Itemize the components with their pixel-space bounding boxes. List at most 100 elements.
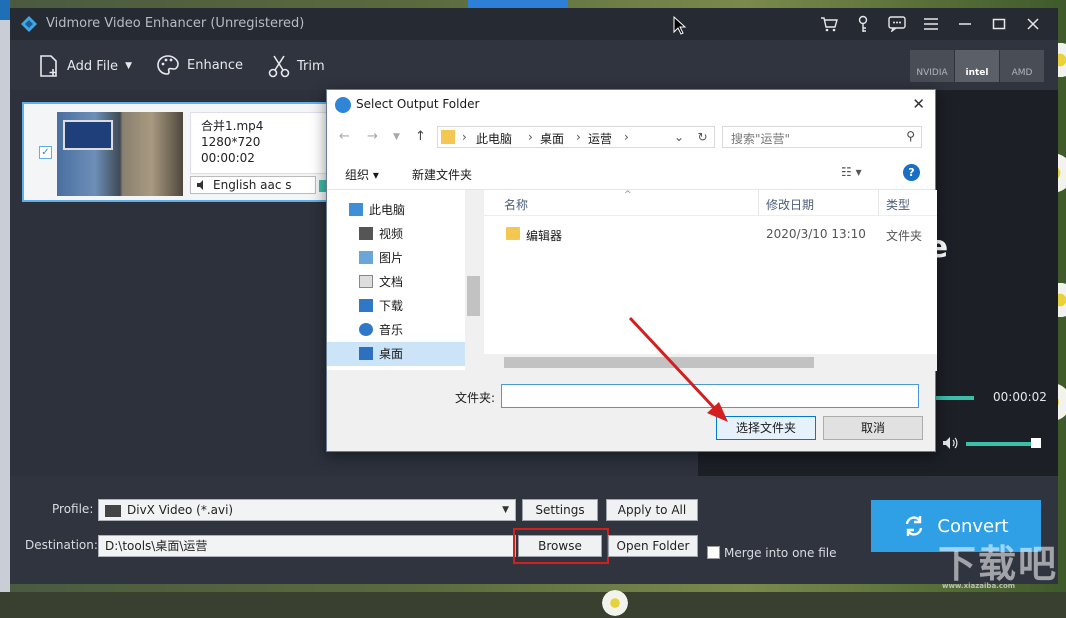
refresh-button[interactable]: ↻ xyxy=(691,126,715,148)
volume-icon[interactable] xyxy=(942,436,958,453)
menu-icon[interactable] xyxy=(916,14,946,34)
apply-to-all-button[interactable]: Apply to All xyxy=(606,499,698,521)
sort-up-icon: ^ xyxy=(624,190,632,200)
key-icon[interactable] xyxy=(848,14,878,34)
tree-item-this-pc[interactable]: 此电脑 xyxy=(349,198,405,220)
chevron-right-icon: › xyxy=(462,130,467,144)
breadcrumb-item[interactable]: 桌面 xyxy=(540,130,564,147)
tree-item-label: 此电脑 xyxy=(369,202,406,217)
tree-item-desktop[interactable]: 桌面 xyxy=(359,342,403,364)
tree-item-pictures[interactable]: 图片 xyxy=(359,246,403,268)
volume-slider[interactable] xyxy=(966,442,1036,446)
file-list-header: 名称 ^ 修改日期 类型 xyxy=(484,190,937,216)
file-duration: 00:00:02 xyxy=(201,151,255,165)
destination-label: Destination: xyxy=(25,538,98,552)
breadcrumb-item[interactable]: 此电脑 xyxy=(476,130,512,147)
new-folder-button[interactable]: 新建文件夹 xyxy=(412,166,472,183)
music-icon xyxy=(359,322,373,336)
gpu-nvidia[interactable]: NVIDIA xyxy=(910,50,954,82)
file-checkbox[interactable]: ✓ xyxy=(39,146,52,159)
address-bar[interactable]: › 此电脑 › 桌面 › 运营 › ⌄ xyxy=(437,126,715,148)
maximize-icon[interactable] xyxy=(984,14,1014,34)
tree-item-videos[interactable]: 视频 xyxy=(359,222,403,244)
add-file-button[interactable]: Add File ▼ xyxy=(38,54,132,78)
folder-icon xyxy=(506,227,520,240)
file-meta: 合并1.mp4 1280*720 00:00:02 xyxy=(190,112,330,174)
tree-item-music[interactable]: 音乐 xyxy=(359,318,403,340)
dropdown-arrow-icon: ▼ xyxy=(502,505,509,515)
trim-label: Trim xyxy=(297,58,325,74)
column-date[interactable]: 修改日期 xyxy=(766,196,814,213)
help-icon[interactable]: ? xyxy=(903,164,920,181)
playback-progress[interactable] xyxy=(934,396,974,400)
tree-item-label: 桌面 xyxy=(379,346,404,361)
monitor-icon xyxy=(349,202,363,216)
chevron-right-icon: › xyxy=(528,130,533,144)
file-row[interactable]: 编辑器 2020/3/10 13:10 文件夹 xyxy=(484,224,937,246)
dialog-close-icon[interactable]: ✕ xyxy=(912,95,925,113)
breadcrumb-item[interactable]: 运营 xyxy=(588,130,612,147)
up-icon[interactable]: ↑ xyxy=(415,129,426,144)
file-row-date: 2020/3/10 13:10 xyxy=(766,227,866,241)
chevron-right-icon: › xyxy=(576,130,581,144)
organize-menu[interactable]: 组织 ▾ xyxy=(345,166,379,183)
volume-knob[interactable] xyxy=(1031,438,1041,448)
tree-item-downloads[interactable]: 下载 xyxy=(359,294,403,316)
refresh-icon xyxy=(906,516,923,536)
file-row-type: 文件夹 xyxy=(886,229,923,243)
audio-track-select[interactable]: English aac s xyxy=(190,176,316,194)
file-list: 名称 ^ 修改日期 类型 编辑器 2020/3/10 13:10 文件夹 xyxy=(484,190,937,370)
gpu-intel[interactable]: intel xyxy=(955,50,999,82)
column-name[interactable]: 名称 xyxy=(504,196,528,213)
column-type[interactable]: 类型 xyxy=(886,196,910,213)
forward-icon[interactable]: → xyxy=(367,129,378,144)
destination-field[interactable]: D:\tools\桌面\运营 xyxy=(98,535,516,557)
navigation-tree: 此电脑 视频 图片 文档 下载 音乐 桌面 xyxy=(327,190,482,370)
file-name: 合并1.mp4 xyxy=(201,119,264,133)
tree-scrollbar[interactable] xyxy=(465,190,482,370)
address-dropdown-icon[interactable]: ⌄ xyxy=(674,130,684,144)
app-logo-icon xyxy=(21,16,37,32)
video-thumbnail xyxy=(57,112,183,196)
minimize-icon[interactable] xyxy=(950,14,980,34)
file-row-name: 编辑器 xyxy=(526,229,563,243)
search-input[interactable]: 搜索"运营" ⚲ xyxy=(722,126,922,148)
gpu-amd[interactable]: AMD xyxy=(1000,50,1044,82)
toolbar: Add File ▼ Enhance Trim xyxy=(10,40,1058,90)
merge-checkbox[interactable] xyxy=(707,546,720,559)
back-icon[interactable]: ← xyxy=(339,129,350,144)
view-options-icon[interactable]: ☷ ▾ xyxy=(841,165,862,179)
open-folder-button[interactable]: Open Folder xyxy=(608,535,698,557)
mouse-cursor-icon xyxy=(673,16,687,35)
select-folder-dialog: Select Output Folder ✕ ← → ▼ ↑ › 此电脑 › 桌… xyxy=(326,89,937,452)
select-folder-button[interactable]: 选择文件夹 xyxy=(716,416,816,440)
file-list-hscrollbar[interactable] xyxy=(484,354,937,371)
watermark-text: 下载吧 xyxy=(937,542,1058,586)
cancel-button[interactable]: 取消 xyxy=(823,416,923,440)
profile-select[interactable]: DivX Video (*.avi) ▼ xyxy=(98,499,516,521)
settings-button[interactable]: Settings xyxy=(522,499,598,521)
trim-button[interactable]: Trim xyxy=(268,54,325,78)
add-file-icon xyxy=(40,55,57,77)
enhance-label: Enhance xyxy=(187,57,244,73)
avi-icon xyxy=(105,504,121,517)
document-icon xyxy=(359,274,373,288)
cart-icon[interactable] xyxy=(814,14,844,34)
tree-item-documents[interactable]: 文档 xyxy=(359,270,403,292)
title-bar: Vidmore Video Enhancer (Unregistered) xyxy=(10,8,1058,40)
file-item[interactable]: ✓ 合并1.mp4 1280*720 00:00:02 English aac … xyxy=(22,102,332,202)
chat-icon[interactable] xyxy=(882,14,912,34)
dialog-title: Select Output Folder xyxy=(356,97,480,111)
dialog-title-bar: Select Output Folder ✕ xyxy=(327,90,935,120)
tree-item-label: 下载 xyxy=(379,298,404,313)
recent-dropdown-icon[interactable]: ▼ xyxy=(393,132,400,142)
close-icon[interactable] xyxy=(1018,14,1048,34)
folder-label: 文件夹: xyxy=(455,391,496,405)
audio-track-label: English aac s xyxy=(213,178,292,192)
speaker-icon xyxy=(196,179,208,193)
watermark-subtext: www.xiazaiba.com xyxy=(941,582,1016,590)
watermark: 下载吧 www.xiazaiba.com xyxy=(937,533,1058,590)
folder-input[interactable] xyxy=(501,384,919,408)
enhance-button[interactable]: Enhance xyxy=(156,54,243,76)
tree-item-label: 音乐 xyxy=(379,322,404,337)
